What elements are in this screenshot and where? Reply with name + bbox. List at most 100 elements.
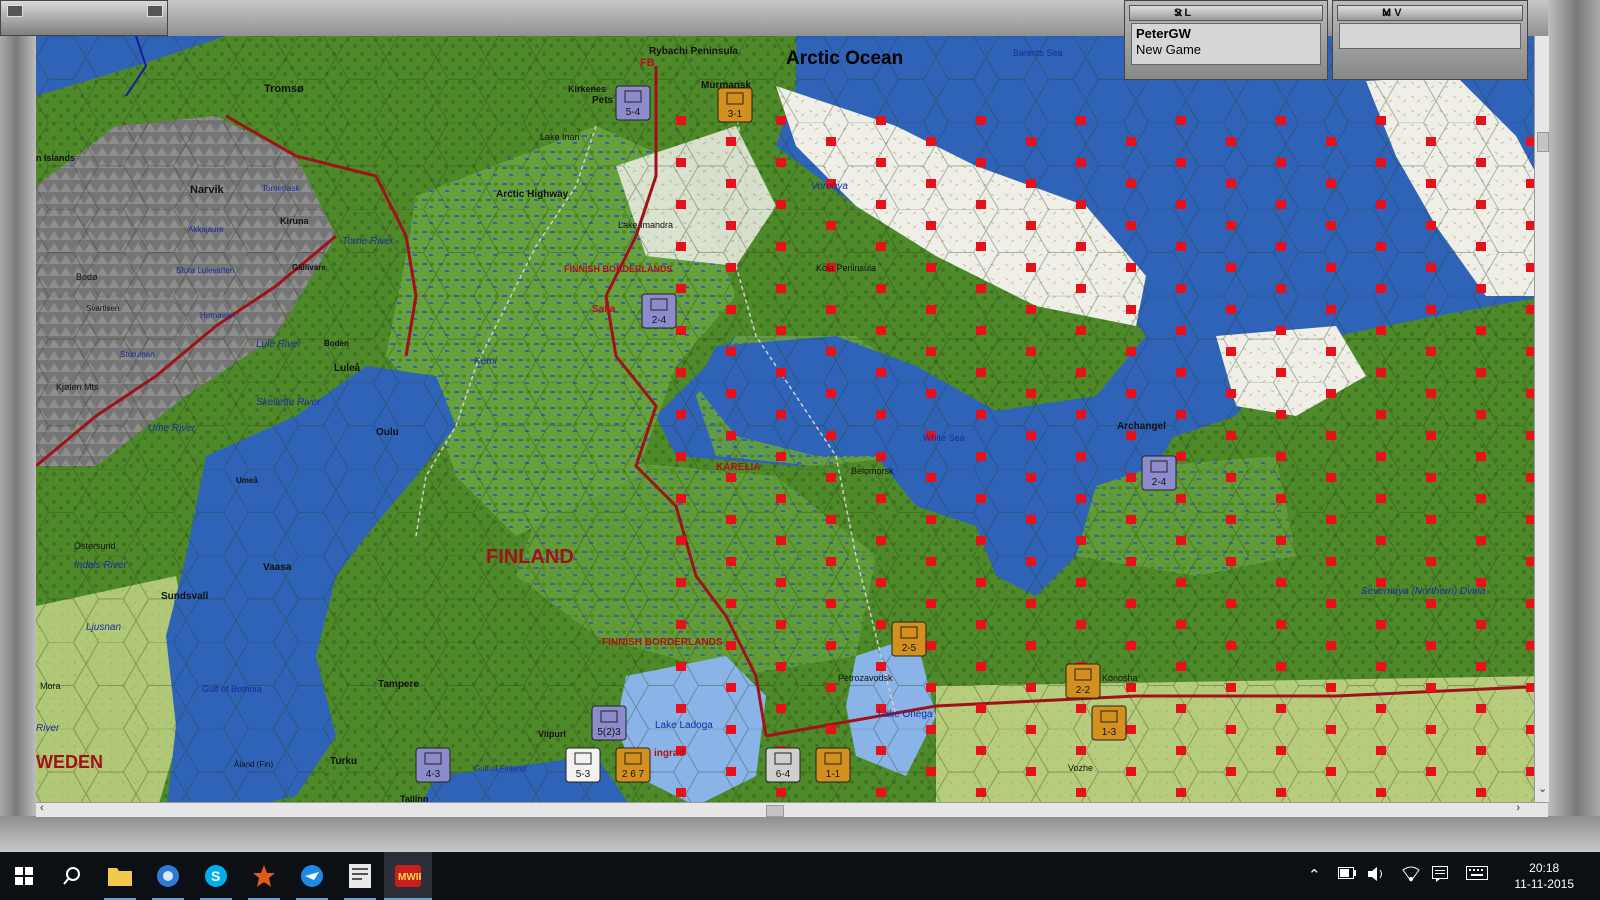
control-marker	[1376, 536, 1386, 545]
label-stora-lulevatten: Stora Lulevatten	[176, 266, 234, 275]
control-marker	[1276, 746, 1286, 755]
control-marker	[1126, 347, 1136, 356]
close-icon[interactable]: ✕	[1174, 7, 1318, 20]
player-panel-sl[interactable]: S L ✕ PeterGW New Game	[1124, 0, 1328, 80]
chat-app-icon[interactable]	[296, 860, 328, 892]
control-marker	[1126, 641, 1136, 650]
label-ostersund: Östersund	[74, 541, 116, 551]
control-marker	[1476, 368, 1486, 377]
control-marker	[676, 788, 686, 797]
unit-counter-inf[interactable]: 5-3	[565, 747, 601, 783]
label-fb: FB	[640, 57, 655, 69]
unit-counter-armor[interactable]: 1-3	[1091, 705, 1127, 741]
control-marker	[926, 221, 936, 230]
control-marker	[726, 683, 736, 692]
windows-start-icon[interactable]	[8, 860, 40, 892]
document-app-icon[interactable]	[344, 860, 376, 892]
unit-counter-air[interactable]: 4-3	[415, 747, 451, 783]
control-marker	[826, 137, 836, 146]
control-marker	[1376, 200, 1386, 209]
battery-icon[interactable]	[1338, 866, 1356, 883]
unit-counter-inf[interactable]: 6-4	[765, 747, 801, 783]
wifi-icon[interactable]	[1402, 866, 1420, 886]
unit-strength: 6-4	[776, 769, 791, 780]
label-karelia: KARELIA	[716, 462, 760, 473]
control-marker	[1076, 284, 1086, 293]
close-icon[interactable]: ✕	[1382, 7, 1518, 20]
vertical-scrollbar[interactable]: ⌄	[1534, 36, 1549, 802]
menu-icon[interactable]	[7, 5, 23, 17]
label-mora: Mora	[40, 681, 61, 691]
world-in-flames-icon[interactable]: MWIF	[392, 860, 424, 892]
unit-counter-armor[interactable]: 2-2	[1065, 663, 1101, 699]
control-marker	[1076, 494, 1086, 503]
control-marker	[1026, 473, 1036, 482]
control-marker	[1226, 683, 1236, 692]
browser-icon[interactable]	[152, 860, 184, 892]
control-marker	[1426, 599, 1436, 608]
control-marker	[976, 704, 986, 713]
map-canvas[interactable]: 5-4 3-1 2-4 2-4 2-5 2-2 1-3 5(2)3 4-3 5-3 2 6 7 6-4…	[36, 36, 1548, 814]
control-marker	[676, 284, 686, 293]
control-marker	[1226, 137, 1236, 146]
label-skellefte-river: Skellefte River	[256, 397, 321, 408]
scroll-right-icon[interactable]: ›	[1516, 802, 1520, 814]
control-marker	[1126, 557, 1136, 566]
volume-icon[interactable]	[1368, 866, 1386, 886]
notifications-icon[interactable]	[1432, 866, 1448, 886]
unit-counter-air[interactable]: 2-4	[641, 293, 677, 329]
unit-counter-armor[interactable]: 3-1	[717, 87, 753, 123]
scroll-down-icon[interactable]: ⌄	[1538, 782, 1547, 795]
control-marker	[1076, 452, 1086, 461]
panel-sl-titlebar[interactable]: S L ✕	[1129, 5, 1323, 21]
main-title-bar[interactable]	[0, 0, 168, 36]
control-marker	[1376, 662, 1386, 671]
unit-counter-air[interactable]: 5-4	[615, 85, 651, 121]
label-white-sea: White Sea	[923, 433, 965, 443]
close-icon[interactable]	[147, 5, 163, 17]
control-marker	[1426, 263, 1436, 272]
system-clock[interactable]: 20:18 11-11-2015	[1514, 860, 1574, 892]
control-marker	[776, 578, 786, 587]
control-marker	[776, 788, 786, 797]
control-marker	[826, 725, 836, 734]
game-map[interactable]: 5-4 3-1 2-4 2-4 2-5 2-2 1-3 5(2)3 4-3 5-3 2 6 7 6-4…	[36, 36, 1548, 814]
windows-taskbar: S MWIF ⌃ 20:18 11-11-2015	[0, 852, 1600, 900]
control-marker	[976, 242, 986, 251]
game-launcher-icon[interactable]	[248, 860, 280, 892]
control-marker	[976, 662, 986, 671]
control-marker	[1126, 221, 1136, 230]
vertical-scroll-thumb[interactable]	[1537, 132, 1549, 152]
control-marker	[926, 305, 936, 314]
skype-icon[interactable]: S	[200, 860, 232, 892]
unit-counter-stack[interactable]: 2 6 7	[615, 747, 651, 783]
player-panel-mv[interactable]: M V ✕	[1332, 0, 1528, 80]
search-icon[interactable]	[56, 860, 88, 892]
taskbar-active-app[interactable]: MWIF	[384, 852, 432, 900]
horizontal-scroll-thumb[interactable]	[766, 805, 784, 817]
label-belomorsk: Belomorsk	[851, 466, 894, 476]
file-explorer-icon[interactable]	[104, 860, 136, 892]
unit-counter-armor[interactable]: 2-5	[891, 621, 927, 657]
control-marker	[726, 725, 736, 734]
control-marker	[1076, 116, 1086, 125]
label-finland: FINLAND	[486, 546, 574, 568]
control-marker	[926, 263, 936, 272]
unit-counter-air[interactable]: 5(2)3	[591, 705, 627, 741]
control-marker	[1126, 515, 1136, 524]
keyboard-icon[interactable]	[1466, 866, 1488, 884]
control-marker	[1276, 788, 1286, 797]
control-marker	[1026, 557, 1036, 566]
tray-chevron-icon[interactable]: ⌃	[1308, 866, 1321, 884]
unit-counter-armor[interactable]: 1-1	[815, 747, 851, 783]
control-marker	[826, 389, 836, 398]
control-marker	[1326, 221, 1336, 230]
panel-mv-titlebar[interactable]: M V ✕	[1337, 5, 1523, 21]
control-marker	[826, 431, 836, 440]
label-tornetrask: Tornetrask	[262, 184, 300, 193]
control-marker	[876, 536, 886, 545]
unit-counter-air[interactable]: 2-4	[1141, 455, 1177, 491]
label-ume-river: Ume River	[148, 423, 196, 434]
horizontal-scrollbar[interactable]: ‹ ›	[36, 802, 1548, 817]
scroll-left-icon[interactable]: ‹	[40, 802, 44, 814]
